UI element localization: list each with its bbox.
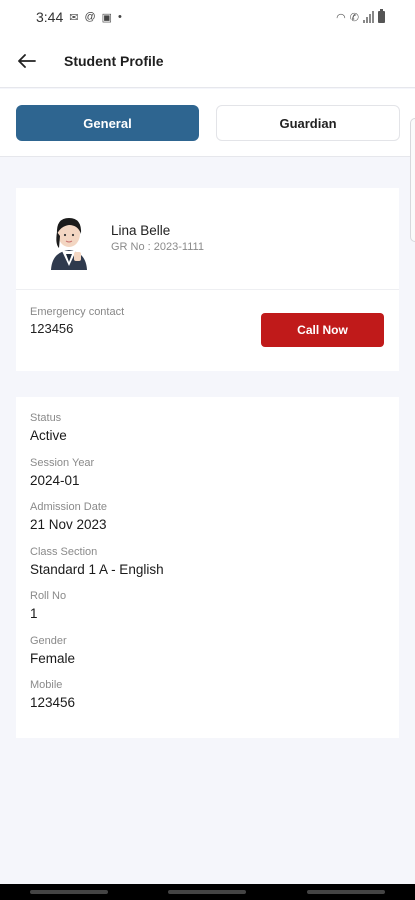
system-nav-bar — [0, 884, 415, 900]
field-admission-date: Admission Date 21 Nov 2023 — [30, 500, 399, 545]
battery-icon — [378, 9, 385, 23]
field-mobile: Mobile 123456 — [30, 678, 399, 723]
field-value: 1 — [30, 606, 38, 621]
student-name: Lina Belle — [111, 223, 171, 238]
back-nav-button[interactable] — [306, 890, 385, 894]
edge-panel-handle[interactable] — [410, 118, 415, 242]
status-right: ◠ ✆ — [336, 9, 385, 24]
tab-guardian[interactable]: Guardian — [216, 105, 400, 141]
field-session-year: Session Year 2024-01 — [30, 456, 399, 501]
call-status-icon: ✆ — [349, 11, 359, 24]
tabs-area: General Guardian — [0, 89, 415, 157]
dot-icon: • — [118, 11, 122, 23]
field-class-section: Class Section Standard 1 A - English — [30, 545, 399, 590]
field-label: Admission Date — [30, 501, 108, 513]
emergency-contact-label: Emergency contact — [30, 306, 125, 318]
field-value: Female — [30, 650, 76, 666]
field-value: 123456 — [30, 695, 76, 710]
field-value: Active — [30, 428, 67, 443]
at-icon: @ — [84, 11, 96, 23]
field-label: Roll No — [30, 590, 67, 602]
details-card: Status Active Session Year 2024-01 Admis… — [16, 397, 399, 738]
tab-general[interactable]: General — [16, 105, 199, 141]
status-time: 3:44 — [36, 9, 64, 25]
field-value: 21 Nov 2023 — [30, 517, 107, 532]
field-label: Gender — [30, 634, 67, 647]
field-label: Session Year — [30, 456, 95, 469]
profile-card: Lina Belle GR No : 2023-1111 Emergency c… — [16, 188, 399, 371]
signal-icon — [363, 11, 374, 23]
gr-number: GR No : 2023-1111 — [111, 241, 204, 253]
divider — [16, 289, 399, 290]
app-bar: Student Profile — [0, 34, 415, 88]
field-value: Standard 1 A - English — [30, 561, 164, 577]
home-button[interactable] — [168, 890, 247, 894]
field-status: Status Active — [30, 411, 399, 456]
recents-button[interactable] — [30, 890, 109, 894]
field-value: 2024-01 — [30, 472, 80, 488]
back-button[interactable] — [12, 46, 42, 76]
wifi-icon: ◠ — [336, 11, 346, 24]
field-gender: Gender Female — [30, 634, 399, 679]
field-label: Class Section — [30, 545, 98, 558]
student-avatar — [51, 218, 87, 270]
call-now-button[interactable]: Call Now — [261, 313, 384, 347]
field-label: Status — [30, 412, 62, 424]
status-bar: 3:44 ✉ @ ▣ • ◠ ✆ — [0, 0, 415, 34]
arrow-left-icon — [18, 53, 36, 68]
field-label: Mobile — [30, 679, 63, 691]
gmail-icon: ✉ — [69, 11, 79, 24]
field-roll-no: Roll No 1 — [30, 589, 399, 634]
emergency-contact-value: 123456 — [30, 321, 74, 336]
page-title: Student Profile — [64, 52, 164, 69]
status-left: 3:44 ✉ @ ▣ • — [36, 9, 122, 25]
gallery-icon: ▣ — [101, 11, 113, 24]
